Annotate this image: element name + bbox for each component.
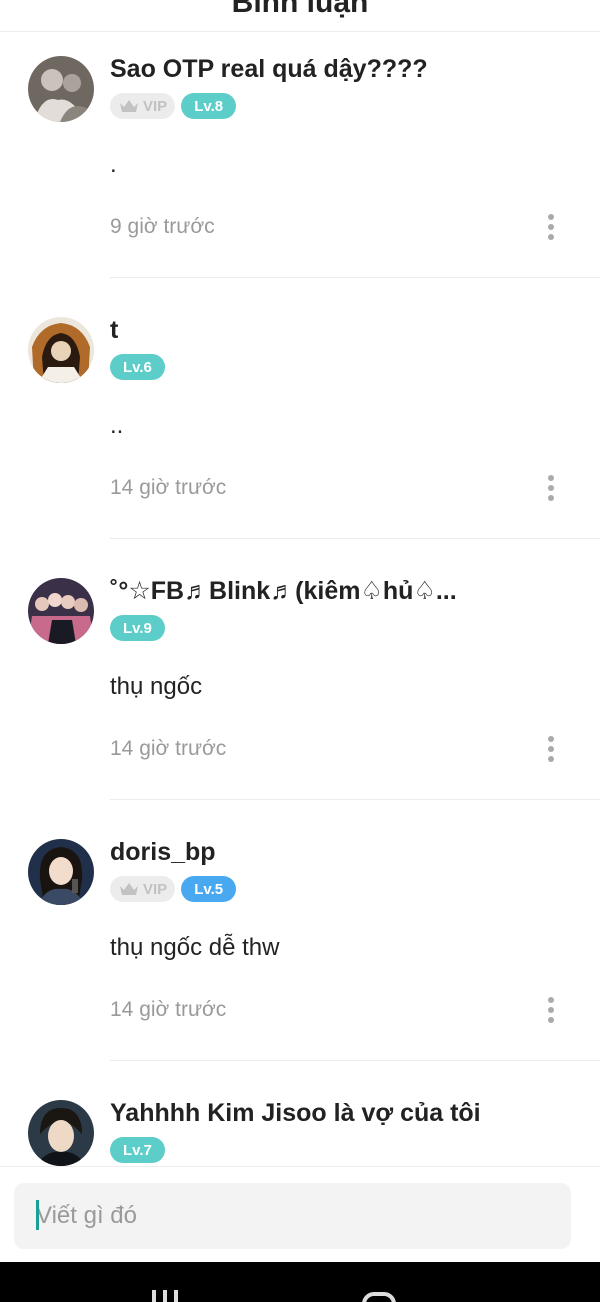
level-badge: Lv.6 [110, 354, 165, 380]
comment-time: 14 giờ trước [110, 998, 227, 1021]
comment-item: Yahhhh Kim Jisoo là vợ của tôi Lv.7 [0, 1076, 600, 1166]
badge-row: VIP Lv.5 [110, 876, 237, 902]
vertical-dots-icon [548, 214, 554, 240]
vertical-dots-icon [548, 997, 554, 1023]
avatar[interactable] [28, 578, 94, 644]
vip-badge: VIP [110, 876, 176, 902]
comment-item: ˚°☆FB♬Blink♬(kiêm♤hủ♤... Lv.9 thụ ngốc 1… [0, 554, 600, 815]
comment-time: 14 giờ trước [110, 737, 227, 760]
comment-input[interactable] [14, 1183, 571, 1249]
comment-time: 14 giờ trước [110, 476, 227, 499]
badge-row: Lv.6 [110, 354, 165, 380]
badge-row: Lv.9 [110, 615, 165, 641]
comment-username[interactable]: Sao OTP real quá dậy???? [110, 54, 428, 84]
avatar[interactable] [28, 56, 94, 122]
crown-icon [120, 100, 138, 112]
level-badge: Lv.7 [110, 1137, 165, 1163]
system-navigation-bar [0, 1262, 600, 1302]
level-badge: Lv.9 [110, 615, 165, 641]
vertical-dots-icon [548, 475, 554, 501]
comment-username[interactable]: ˚°☆FB♬Blink♬(kiêm♤hủ♤... [110, 576, 457, 606]
divider [110, 799, 600, 800]
level-badge: Lv.5 [181, 876, 237, 902]
comment-text: thụ ngốc dễ thw [110, 934, 280, 961]
divider [110, 1060, 600, 1061]
comment-username[interactable]: doris_bp [110, 837, 216, 867]
more-options-button[interactable] [536, 734, 566, 764]
page-header: Bình luận [0, 0, 600, 32]
avatar[interactable] [28, 839, 94, 905]
badge-row: VIP Lv.8 [110, 93, 237, 119]
divider [110, 538, 600, 539]
more-options-button[interactable] [536, 995, 566, 1025]
comment-username[interactable]: Yahhhh Kim Jisoo là vợ của tôi [110, 1098, 481, 1128]
vip-label: VIP [143, 97, 168, 115]
comment-list[interactable]: Sao OTP real quá dậy???? VIP Lv.8 . 9 gi… [0, 32, 600, 1166]
divider [110, 277, 600, 278]
avatar[interactable] [28, 317, 94, 383]
comment-username[interactable]: t [110, 315, 118, 345]
text-caret [36, 1200, 39, 1230]
vertical-dots-icon [548, 736, 554, 762]
more-options-button[interactable] [536, 212, 566, 242]
more-options-button[interactable] [536, 473, 566, 503]
comment-input-bar [0, 1166, 600, 1262]
comment-text: thụ ngốc [110, 673, 203, 700]
comment-item: t Lv.6 .. 14 giờ trước [0, 293, 600, 554]
vip-badge: VIP [110, 93, 176, 119]
recent-apps-icon[interactable] [150, 1290, 180, 1302]
crown-icon [120, 883, 138, 895]
home-icon[interactable] [362, 1292, 396, 1302]
page-title: Bình luận [231, 0, 369, 19]
comment-text: . [110, 151, 117, 178]
comment-item: doris_bp VIP Lv.5 thụ ngốc dễ thw 14 giờ… [0, 815, 600, 1076]
comment-time: 9 giờ trước [110, 215, 215, 238]
avatar[interactable] [28, 1100, 94, 1166]
level-badge: Lv.8 [181, 93, 237, 119]
comment-text: .. [110, 412, 124, 439]
comment-item: Sao OTP real quá dậy???? VIP Lv.8 . 9 gi… [0, 32, 600, 293]
badge-row: Lv.7 [110, 1137, 165, 1163]
vip-label: VIP [143, 880, 168, 898]
